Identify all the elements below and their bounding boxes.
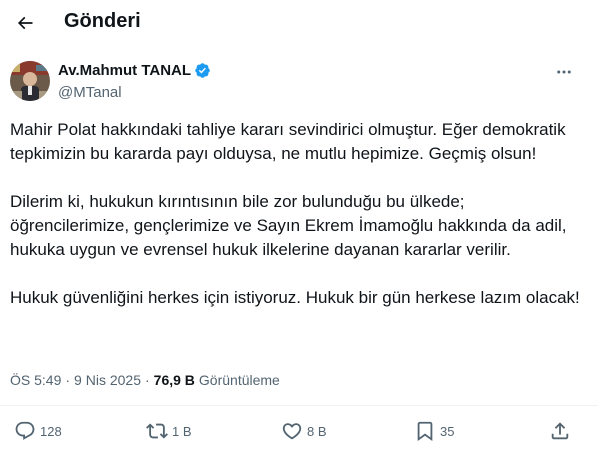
reply-count: 128: [40, 423, 62, 439]
top-bar: Gönderi: [0, 0, 598, 45]
back-button[interactable]: [8, 6, 42, 40]
verified-badge-icon[interactable]: [194, 62, 211, 79]
tweet-text: Mahir Polat hakkındaki tahliye kararı se…: [10, 118, 580, 310]
arrow-left-icon: [17, 16, 33, 30]
retweet-count: 1 B: [172, 423, 192, 439]
page-title: Gönderi: [64, 10, 141, 32]
more-options-button[interactable]: [552, 60, 576, 84]
reply-button[interactable]: 128: [14, 420, 62, 442]
heart-icon: [282, 423, 302, 440]
tweet-paragraph: Mahir Polat hakkındaki tahliye kararı se…: [10, 120, 566, 163]
views-count: 76,9 B: [153, 372, 195, 388]
more-horizontal-icon: [557, 70, 571, 74]
meta-separator: ·: [65, 372, 71, 388]
avatar-image: [10, 61, 50, 101]
author-name[interactable]: Av.Mahmut TANAL: [58, 62, 191, 79]
tweet-time[interactable]: ÖS 5:49: [10, 372, 61, 388]
tweet-paragraph: Hukuk güvenliğini herkes için istiyoruz.…: [10, 288, 580, 307]
retweet-button[interactable]: 1 B: [146, 420, 192, 442]
avatar[interactable]: [10, 61, 50, 101]
tweet-date[interactable]: 9 Nis 2025: [74, 372, 141, 388]
views-label: Görüntüleme: [198, 372, 280, 388]
share-button[interactable]: [549, 420, 571, 442]
divider: [0, 405, 598, 406]
like-count: 8 B: [307, 423, 327, 439]
meta-separator: ·: [144, 372, 150, 388]
reply-icon: [15, 421, 35, 440]
tweet-paragraph: Dilerim ki, hukukun kırıntısının bile zo…: [10, 192, 567, 259]
bookmark-count: 35: [440, 423, 455, 439]
author-handle[interactable]: @MTanal: [58, 84, 122, 101]
action-bar: 128 1 B 8 B 35: [0, 412, 598, 450]
retweet-icon: [146, 423, 168, 439]
like-button[interactable]: 8 B: [281, 420, 327, 442]
author-name-row: Av.Mahmut TANAL: [58, 62, 211, 79]
bookmark-icon: [417, 421, 433, 442]
share-icon: [551, 422, 569, 440]
bookmark-button[interactable]: 35: [414, 420, 454, 442]
tweet-meta: ÖS 5:49 · 9 Nis 2025 · 76,9 B Görüntülem…: [10, 372, 280, 388]
